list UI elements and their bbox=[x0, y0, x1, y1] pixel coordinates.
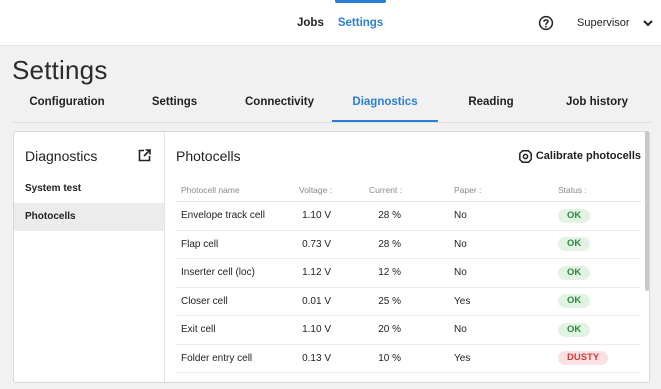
cell-paper: Yes bbox=[454, 352, 471, 364]
status-badge: OK bbox=[558, 265, 591, 280]
photocells-content: Photocells Calibrate photocells Photocel… bbox=[166, 132, 649, 382]
cell-status: OK bbox=[558, 316, 628, 344]
photocells-table: Photocell name Voltage : Current : Paper… bbox=[176, 178, 641, 373]
cell-name: Inserter cell (loc) bbox=[181, 267, 255, 279]
user-menu[interactable]: Supervisor bbox=[577, 0, 654, 46]
cell-paper: No bbox=[454, 238, 467, 250]
cell-current: 28 % bbox=[378, 210, 401, 222]
cell-voltage: 1.12 V bbox=[302, 267, 331, 279]
status-badge: OK bbox=[558, 208, 591, 223]
cell-status: OK bbox=[558, 259, 628, 287]
cell-paper: Yes bbox=[454, 295, 471, 307]
col-header-name: Photocell name bbox=[181, 184, 240, 195]
diagnostics-sidebar: Diagnostics System test Photocells bbox=[14, 132, 165, 382]
top-nav: Jobs Settings bbox=[290, 0, 390, 46]
cell-voltage: 0.73 V bbox=[302, 238, 331, 250]
cell-status: OK bbox=[558, 202, 628, 230]
cell-paper: No bbox=[454, 267, 467, 279]
tab-connectivity[interactable]: Connectivity bbox=[227, 96, 332, 122]
cell-current: 28 % bbox=[378, 238, 401, 250]
cell-voltage: 0.13 V bbox=[302, 352, 331, 364]
cell-status: OK bbox=[558, 231, 628, 259]
help-icon[interactable] bbox=[538, 15, 554, 31]
user-name: Supervisor bbox=[577, 17, 630, 29]
cell-name: Closer cell bbox=[181, 295, 228, 307]
sidebar-item-system-test[interactable]: System test bbox=[14, 175, 164, 203]
cell-voltage: 1.10 V bbox=[302, 210, 331, 222]
tab-reading[interactable]: Reading bbox=[438, 96, 544, 122]
cell-name: Exit cell bbox=[181, 324, 216, 336]
calibrate-photocells-button[interactable]: Calibrate photocells bbox=[518, 147, 641, 165]
diagnostics-panel: Diagnostics System test Photocells Photo… bbox=[13, 131, 650, 383]
cell-voltage: 1.10 V bbox=[302, 324, 331, 336]
status-badge: DUSTY bbox=[558, 351, 609, 366]
table-row: Envelope track cell 1.10 V 28 % No OK bbox=[176, 202, 641, 231]
nav-settings[interactable]: Settings bbox=[331, 0, 390, 46]
calibrate-icon bbox=[518, 149, 532, 163]
nav-jobs[interactable]: Jobs bbox=[290, 0, 331, 46]
col-header-status: Status : bbox=[558, 184, 587, 195]
status-badge: OK bbox=[558, 237, 591, 252]
col-header-voltage: Voltage : bbox=[299, 184, 333, 195]
sidebar-title: Diagnostics bbox=[25, 148, 98, 164]
col-header-current: Current : bbox=[369, 184, 403, 195]
table-row: Closer cell 0.01 V 25 % Yes OK bbox=[176, 288, 641, 316]
tab-job-history[interactable]: Job history bbox=[544, 96, 650, 122]
cell-name: Folder entry cell bbox=[181, 352, 253, 364]
tabs-divider bbox=[12, 122, 652, 123]
cell-current: 12 % bbox=[378, 267, 401, 279]
chevron-down-icon bbox=[642, 20, 653, 27]
tab-diagnostics[interactable]: Diagnostics bbox=[332, 96, 438, 122]
cell-current: 20 % bbox=[378, 324, 401, 336]
cell-voltage: 0.01 V bbox=[302, 295, 331, 307]
external-link-icon[interactable] bbox=[138, 149, 151, 162]
tab-configuration[interactable]: Configuration bbox=[12, 96, 122, 122]
tab-bar: Configuration Settings Connectivity Diag… bbox=[12, 96, 652, 122]
cell-status: DUSTY bbox=[558, 345, 628, 373]
top-bar: Jobs Settings Supervisor bbox=[0, 0, 661, 46]
status-badge: OK bbox=[558, 294, 591, 309]
cell-status: OK bbox=[558, 288, 628, 316]
col-header-paper: Paper : bbox=[454, 184, 482, 195]
table-row: Inserter cell (loc) 1.12 V 12 % No OK bbox=[176, 259, 641, 288]
cell-name: Envelope track cell bbox=[181, 210, 265, 222]
cell-current: 10 % bbox=[378, 352, 401, 364]
table-row: Exit cell 1.10 V 20 % No OK bbox=[176, 316, 641, 345]
page-title: Settings bbox=[12, 55, 108, 85]
content-title: Photocells bbox=[176, 148, 241, 164]
status-badge: OK bbox=[558, 322, 591, 337]
scrollbar[interactable] bbox=[645, 131, 649, 291]
cell-name: Flap cell bbox=[181, 238, 219, 250]
table-row: Folder entry cell 0.13 V 10 % Yes DUSTY bbox=[176, 345, 641, 373]
cell-paper: No bbox=[454, 210, 467, 222]
table-row: Flap cell 0.73 V 28 % No OK bbox=[176, 231, 641, 259]
table-header: Photocell name Voltage : Current : Paper… bbox=[176, 178, 641, 202]
sidebar-item-photocells[interactable]: Photocells bbox=[14, 203, 164, 231]
cell-paper: No bbox=[454, 324, 467, 336]
tab-settings[interactable]: Settings bbox=[122, 96, 227, 122]
calibrate-label: Calibrate photocells bbox=[535, 150, 641, 162]
cell-current: 25 % bbox=[378, 295, 401, 307]
